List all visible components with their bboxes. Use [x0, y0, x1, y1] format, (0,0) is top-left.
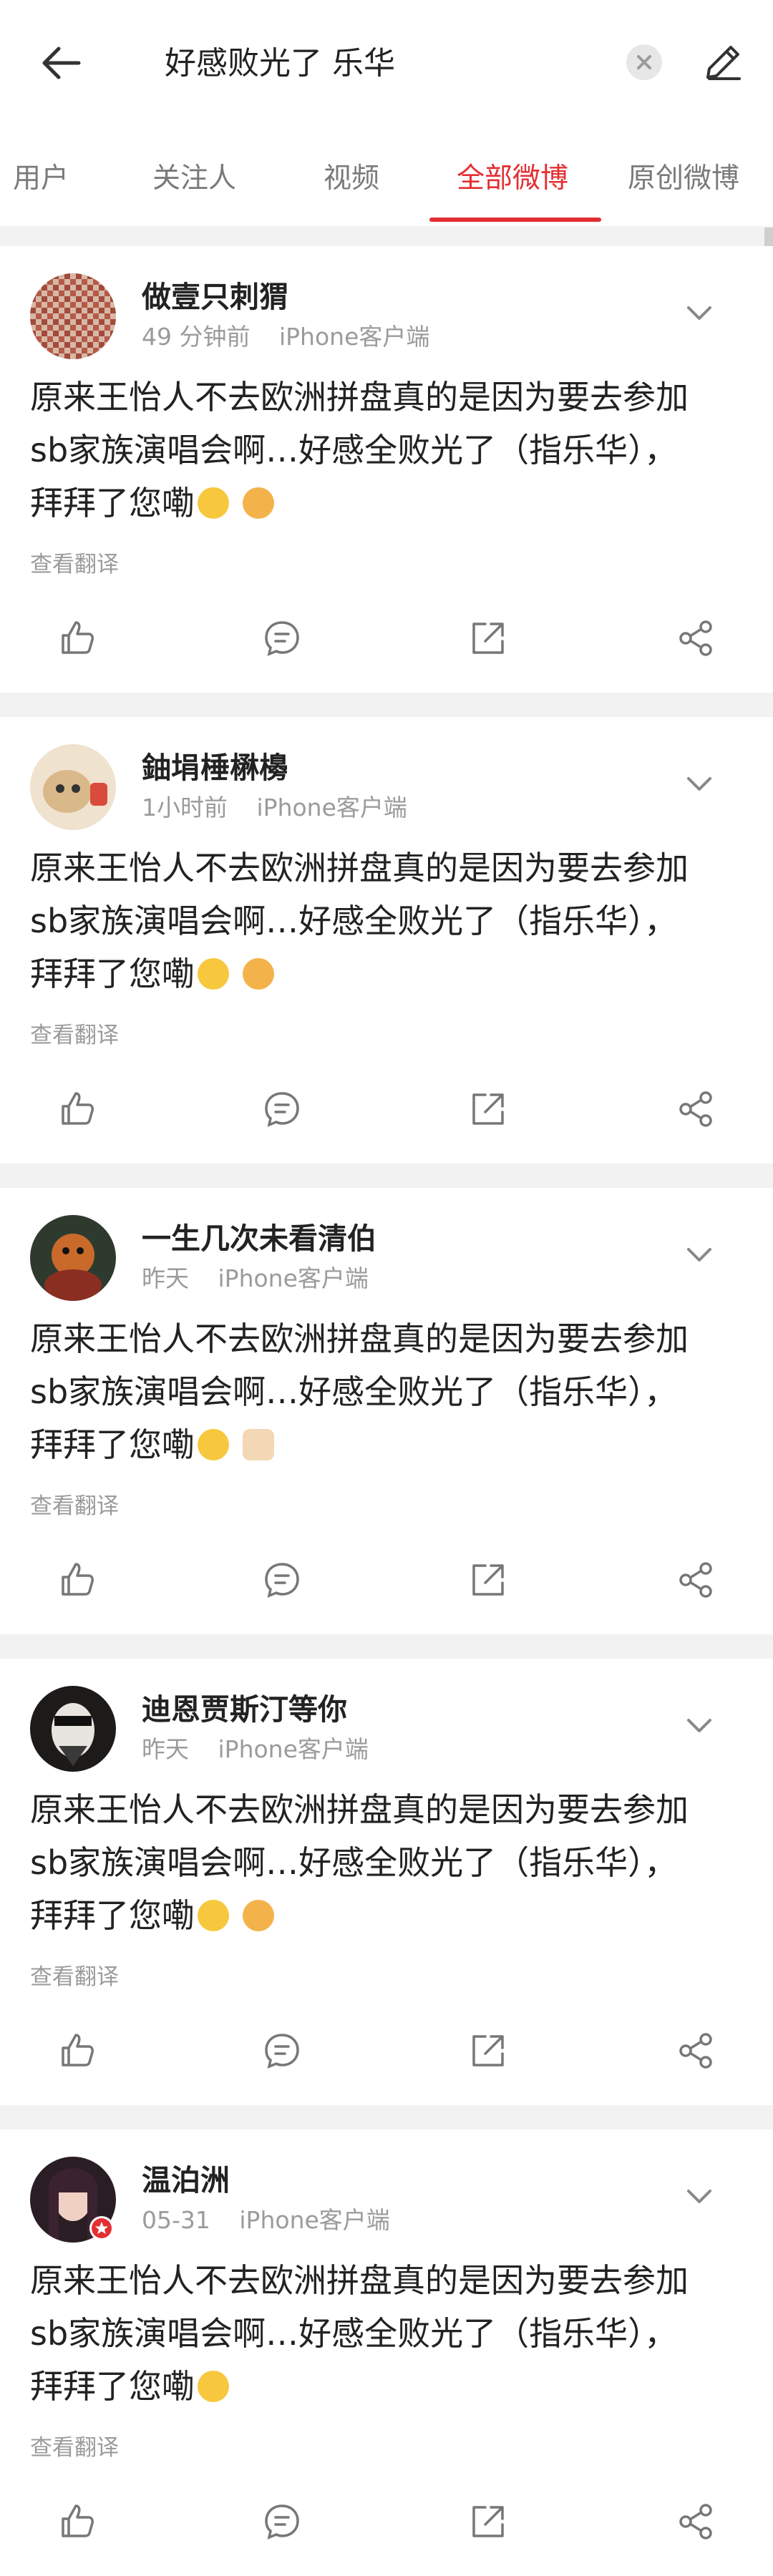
translate-link[interactable]: 查看翻译 [30, 548, 119, 581]
like-icon[interactable] [57, 1089, 97, 1129]
post-meta: 49 分钟前 iPhone客户端 [142, 321, 429, 353]
avatar[interactable] [30, 1686, 116, 1772]
like-icon[interactable] [57, 2031, 97, 2071]
username[interactable]: 温泊洲 [142, 2161, 230, 2200]
post-card[interactable]: 温泊洲 05-31 iPhone客户端 原来王怡人不去欧洲拼盘真的是因为要去参加… [0, 2129, 773, 2576]
edit-icon[interactable] [698, 37, 748, 87]
post-meta: 昨天 iPhone客户端 [142, 1262, 369, 1295]
post-time: 05-31 [142, 2206, 210, 2234]
username[interactable]: 鈾埍棰楙櫋 [142, 748, 288, 787]
avatar[interactable] [30, 744, 116, 830]
post-card[interactable]: 迪恩贾斯汀等你 昨天 iPhone客户端 原来王怡人不去欧洲拼盘真的是因为要去参… [0, 1659, 773, 2105]
post-text[interactable]: 原来王怡人不去欧洲拼盘真的是因为要去参加 sb家族演唱会啊…好感全败光了（指乐华… [30, 2254, 746, 2413]
tab-users[interactable]: 用户 [13, 157, 69, 200]
clear-icon[interactable] [626, 44, 662, 80]
chevron-down-icon[interactable] [681, 1712, 717, 1740]
comment-icon[interactable] [262, 618, 302, 658]
post-meta: 昨天 iPhone客户端 [142, 1733, 369, 1766]
shush-emoji-icon [242, 487, 274, 519]
like-icon[interactable] [57, 618, 97, 658]
repost-icon[interactable] [468, 618, 508, 658]
repost-icon[interactable] [468, 1560, 508, 1600]
share-icon[interactable] [676, 1560, 716, 1600]
share-icon[interactable] [676, 618, 716, 658]
avatar[interactable] [30, 273, 116, 359]
chevron-down-icon[interactable] [681, 2182, 717, 2211]
tab-videos[interactable]: 视频 [324, 157, 379, 200]
back-arrow-icon[interactable] [37, 40, 83, 86]
share-icon[interactable] [676, 2031, 716, 2071]
post-text[interactable]: 原来王怡人不去欧洲拼盘真的是因为要去参加 sb家族演唱会啊…好感全败光了（指乐华… [30, 371, 746, 530]
avatar[interactable] [30, 1215, 116, 1301]
repost-icon[interactable] [468, 2031, 508, 2071]
post-meta: 1小时前 iPhone客户端 [142, 791, 407, 824]
like-icon[interactable] [57, 2502, 97, 2542]
share-icon[interactable] [676, 2502, 716, 2542]
tongue-emoji-icon [242, 1900, 274, 1931]
post-card[interactable]: 鈾埍棰楙櫋 1小时前 iPhone客户端 原来王怡人不去欧洲拼盘真的是因为要去参… [0, 717, 773, 1163]
tab-following[interactable]: 关注人 [152, 157, 236, 200]
post-time: 昨天 [142, 1264, 189, 1292]
repost-icon[interactable] [468, 2502, 508, 2542]
sleepy-emoji-icon [242, 958, 274, 990]
post-card[interactable]: 做壹只刺猬 49 分钟前 iPhone客户端 原来王怡人不去欧洲拼盘真的是因为要… [0, 246, 773, 693]
smile-emoji-icon [198, 1900, 229, 1931]
chevron-down-icon[interactable] [681, 299, 717, 328]
post-source: iPhone客户端 [239, 2206, 390, 2234]
search-tabs: 用户 关注人 视频 全部微博 原创微博 [0, 126, 773, 226]
comment-icon[interactable] [262, 2502, 302, 2542]
post-time: 49 分钟前 [142, 323, 251, 351]
active-tab-underline [429, 218, 601, 222]
smile-emoji-icon [198, 2371, 229, 2402]
post-text[interactable]: 原来王怡人不去欧洲拼盘真的是因为要去参加 sb家族演唱会啊…好感全败光了（指乐华… [30, 1783, 746, 1942]
post-text[interactable]: 原来王怡人不去欧洲拼盘真的是因为要去参加 sb家族演唱会啊…好感全败光了（指乐华… [30, 1312, 746, 1471]
chevron-down-icon[interactable] [681, 770, 717, 799]
share-icon[interactable] [676, 1089, 716, 1129]
victory-hand-emoji-icon [242, 1429, 274, 1460]
translate-link[interactable]: 查看翻译 [30, 1019, 119, 1052]
comment-icon[interactable] [262, 1560, 302, 1600]
like-icon[interactable] [57, 1560, 97, 1600]
search-query[interactable]: 好感败光了 乐华 [165, 39, 395, 89]
smile-emoji-icon [198, 1429, 229, 1460]
repost-icon[interactable] [468, 1089, 508, 1129]
search-header: 好感败光了 乐华 [0, 0, 773, 126]
post-source: iPhone客户端 [278, 323, 430, 351]
chevron-down-icon[interactable] [681, 1241, 717, 1269]
post-meta: 05-31 iPhone客户端 [142, 2204, 390, 2237]
post-text[interactable]: 原来王怡人不去欧洲拼盘真的是因为要去参加 sb家族演唱会啊…好感全败光了（指乐华… [30, 841, 746, 1000]
translate-link[interactable]: 查看翻译 [30, 1961, 119, 1994]
post-time: 昨天 [142, 1735, 189, 1763]
translate-link[interactable]: 查看翻译 [30, 2431, 119, 2464]
avatar[interactable] [30, 2157, 116, 2243]
username[interactable]: 做壹只刺猬 [142, 278, 288, 316]
comment-icon[interactable] [262, 2031, 302, 2071]
translate-link[interactable]: 查看翻译 [30, 1490, 119, 1523]
tab-original-weibo[interactable]: 原创微博 [628, 157, 739, 200]
username[interactable]: 一生几次未看清伯 [142, 1219, 376, 1258]
smile-emoji-icon [198, 487, 229, 519]
post-source: iPhone客户端 [218, 1264, 369, 1292]
tab-all-weibo[interactable]: 全部微博 [457, 157, 568, 200]
post-card[interactable]: 一生几次未看清伯 昨天 iPhone客户端 原来王怡人不去欧洲拼盘真的是因为要去… [0, 1188, 773, 1634]
post-source: iPhone客户端 [218, 1735, 369, 1763]
post-source: iPhone客户端 [256, 794, 407, 821]
post-time: 1小时前 [142, 794, 228, 821]
smile-emoji-icon [198, 958, 229, 990]
comment-icon[interactable] [262, 1089, 302, 1129]
username[interactable]: 迪恩贾斯汀等你 [142, 1690, 347, 1729]
